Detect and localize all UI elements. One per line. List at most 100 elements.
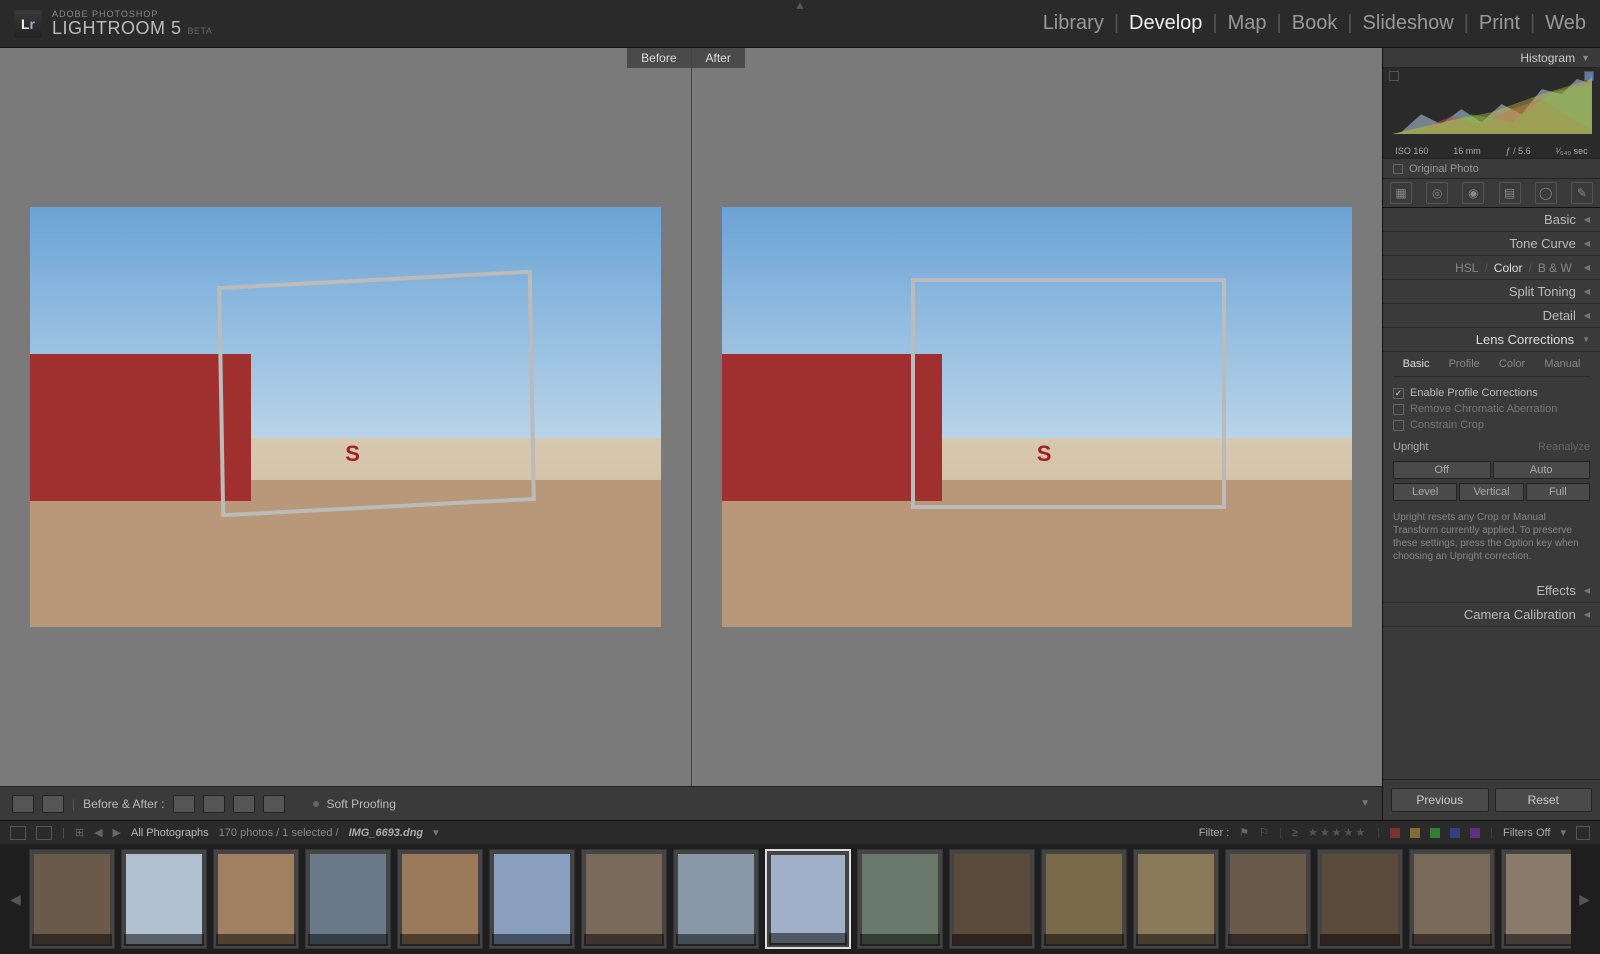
gradient-tool[interactable]: ▤ (1499, 182, 1521, 204)
lens-tab-color[interactable]: Color (1499, 358, 1525, 370)
section-camera-calibration[interactable]: Camera Calibration◀ (1383, 603, 1600, 627)
filter-color-red[interactable] (1390, 828, 1400, 838)
grid-mode-icon[interactable]: ⊞ (75, 826, 84, 839)
thumbnail[interactable] (1409, 849, 1495, 949)
thumbnail[interactable] (1133, 849, 1219, 949)
thumbnail[interactable] (305, 849, 391, 949)
module-print[interactable]: Print (1479, 12, 1520, 35)
photo-count: 170 photos / 1 selected / (219, 827, 339, 839)
section-lens-corrections[interactable]: Lens Corrections▼ (1383, 328, 1600, 352)
module-map[interactable]: Map (1228, 12, 1267, 35)
second-window-icon[interactable] (10, 826, 26, 840)
thumbnail[interactable] (581, 849, 667, 949)
before-photo: S (30, 207, 661, 627)
ba-copy[interactable] (263, 795, 285, 813)
upright-vertical[interactable]: Vertical (1459, 483, 1523, 501)
focal-readout: 16 mm (1453, 146, 1481, 156)
enable-profile-checkbox[interactable]: ✓ (1393, 388, 1404, 399)
constrain-crop-row[interactable]: Constrain Crop (1393, 417, 1590, 433)
thumbnail[interactable] (489, 849, 575, 949)
ba-mode-1[interactable] (173, 795, 195, 813)
nav-back-icon[interactable]: ◀ (94, 826, 102, 839)
module-library[interactable]: Library (1043, 12, 1104, 35)
redeye-tool[interactable]: ◉ (1462, 182, 1484, 204)
thumbnail[interactable] (1225, 849, 1311, 949)
section-basic[interactable]: Basic◀ (1383, 208, 1600, 232)
right-panel: Histogram▼ ISO 160 16 mm ƒ / 5.6 ¹⁄₆₄₀ s… (1382, 48, 1600, 820)
spot-tool[interactable]: ◎ (1426, 182, 1448, 204)
filter-flag-icon[interactable]: ⚑ (1239, 826, 1249, 839)
module-develop[interactable]: Develop (1129, 12, 1202, 35)
original-photo-checkbox[interactable] (1393, 164, 1403, 174)
section-split-toning[interactable]: Split Toning◀ (1383, 280, 1600, 304)
product-title: ADOBE PHOTOSHOP LIGHTROOM 5BETA (52, 10, 212, 37)
histogram[interactable]: ISO 160 16 mm ƒ / 5.6 ¹⁄₆₄₀ sec (1383, 68, 1600, 158)
module-slideshow[interactable]: Slideshow (1363, 12, 1454, 35)
filter-reject-icon[interactable]: ⚐ (1259, 826, 1269, 839)
section-detail[interactable]: Detail◀ (1383, 304, 1600, 328)
filmstrip-left-icon[interactable]: ◀ (8, 891, 23, 908)
grid-view-icon[interactable] (36, 826, 52, 840)
upright-level[interactable]: Level (1393, 483, 1457, 501)
toolbar-collapse-icon[interactable]: ▼ (1360, 798, 1370, 809)
view-loupe-button[interactable] (12, 795, 34, 813)
reanalyze-button[interactable]: Reanalyze (1538, 441, 1590, 453)
filter-stars[interactable]: ★★★★★ (1308, 826, 1367, 839)
nav-fwd-icon[interactable]: ▶ (113, 826, 121, 839)
filter-color-green[interactable] (1430, 828, 1440, 838)
previous-button[interactable]: Previous (1391, 788, 1489, 812)
thumbnail[interactable] (765, 849, 851, 949)
ba-mode-2[interactable] (203, 795, 225, 813)
remove-ca-row[interactable]: Remove Chromatic Aberration (1393, 401, 1590, 417)
lens-tab-manual[interactable]: Manual (1544, 358, 1580, 370)
filter-color-purple[interactable] (1470, 828, 1480, 838)
filter-lock-icon[interactable] (1576, 826, 1590, 840)
ba-swap[interactable] (233, 795, 255, 813)
filter-color-yellow[interactable] (1410, 828, 1420, 838)
thumbnail[interactable] (857, 849, 943, 949)
collapse-top-icon[interactable]: ▲ (794, 0, 806, 12)
filters-off-label[interactable]: Filters Off (1503, 827, 1550, 839)
module-web[interactable]: Web (1545, 12, 1586, 35)
before-pane[interactable]: Before S (0, 48, 691, 786)
after-pane[interactable]: After S (691, 48, 1383, 786)
thumbnail[interactable] (121, 849, 207, 949)
upright-auto[interactable]: Auto (1493, 461, 1591, 479)
before-after-label: Before & After : (83, 797, 164, 811)
enable-profile-row[interactable]: ✓ Enable Profile Corrections (1393, 385, 1590, 401)
view-compare-button[interactable] (42, 795, 64, 813)
histogram-header[interactable]: Histogram▼ (1383, 48, 1600, 68)
filter-rating-ge-icon[interactable]: ≥ (1292, 827, 1298, 839)
breadcrumb-source[interactable]: All Photographs (131, 827, 209, 839)
section-tone-curve[interactable]: Tone Curve◀ (1383, 232, 1600, 256)
lens-tab-basic[interactable]: Basic (1403, 358, 1430, 370)
crop-tool[interactable]: ▦ (1390, 182, 1412, 204)
constrain-crop-checkbox[interactable] (1393, 420, 1404, 431)
upright-off[interactable]: Off (1393, 461, 1491, 479)
brush-tool[interactable]: ✎ (1571, 182, 1593, 204)
thumbnail[interactable] (1501, 849, 1571, 949)
thumbnail[interactable] (29, 849, 115, 949)
lens-tab-profile[interactable]: Profile (1449, 358, 1480, 370)
reset-button[interactable]: Reset (1495, 788, 1593, 812)
soft-proofing-label: Soft Proofing (327, 797, 396, 811)
section-hsl[interactable]: HSL/ Color/ B & W ◀ (1383, 256, 1600, 280)
thumbnail[interactable] (397, 849, 483, 949)
thumbnail[interactable] (1041, 849, 1127, 949)
section-effects[interactable]: Effects◀ (1383, 579, 1600, 603)
radial-tool[interactable]: ◯ (1535, 182, 1557, 204)
soft-proof-toggle[interactable] (313, 801, 319, 807)
thumbnail[interactable] (949, 849, 1035, 949)
thumbnail[interactable] (673, 849, 759, 949)
module-book[interactable]: Book (1292, 12, 1338, 35)
thumbnail[interactable] (1317, 849, 1403, 949)
original-photo-row[interactable]: Original Photo (1383, 158, 1600, 178)
remove-ca-checkbox[interactable] (1393, 404, 1404, 415)
filter-color-blue[interactable] (1450, 828, 1460, 838)
titlebar: ▲ Lr ADOBE PHOTOSHOP LIGHTROOM 5BETA Lib… (0, 0, 1600, 48)
thumbnail[interactable] (213, 849, 299, 949)
filter-label: Filter : (1199, 827, 1230, 839)
upright-full[interactable]: Full (1526, 483, 1590, 501)
after-label: After (692, 48, 745, 68)
filmstrip-right-icon[interactable]: ▶ (1577, 891, 1592, 908)
